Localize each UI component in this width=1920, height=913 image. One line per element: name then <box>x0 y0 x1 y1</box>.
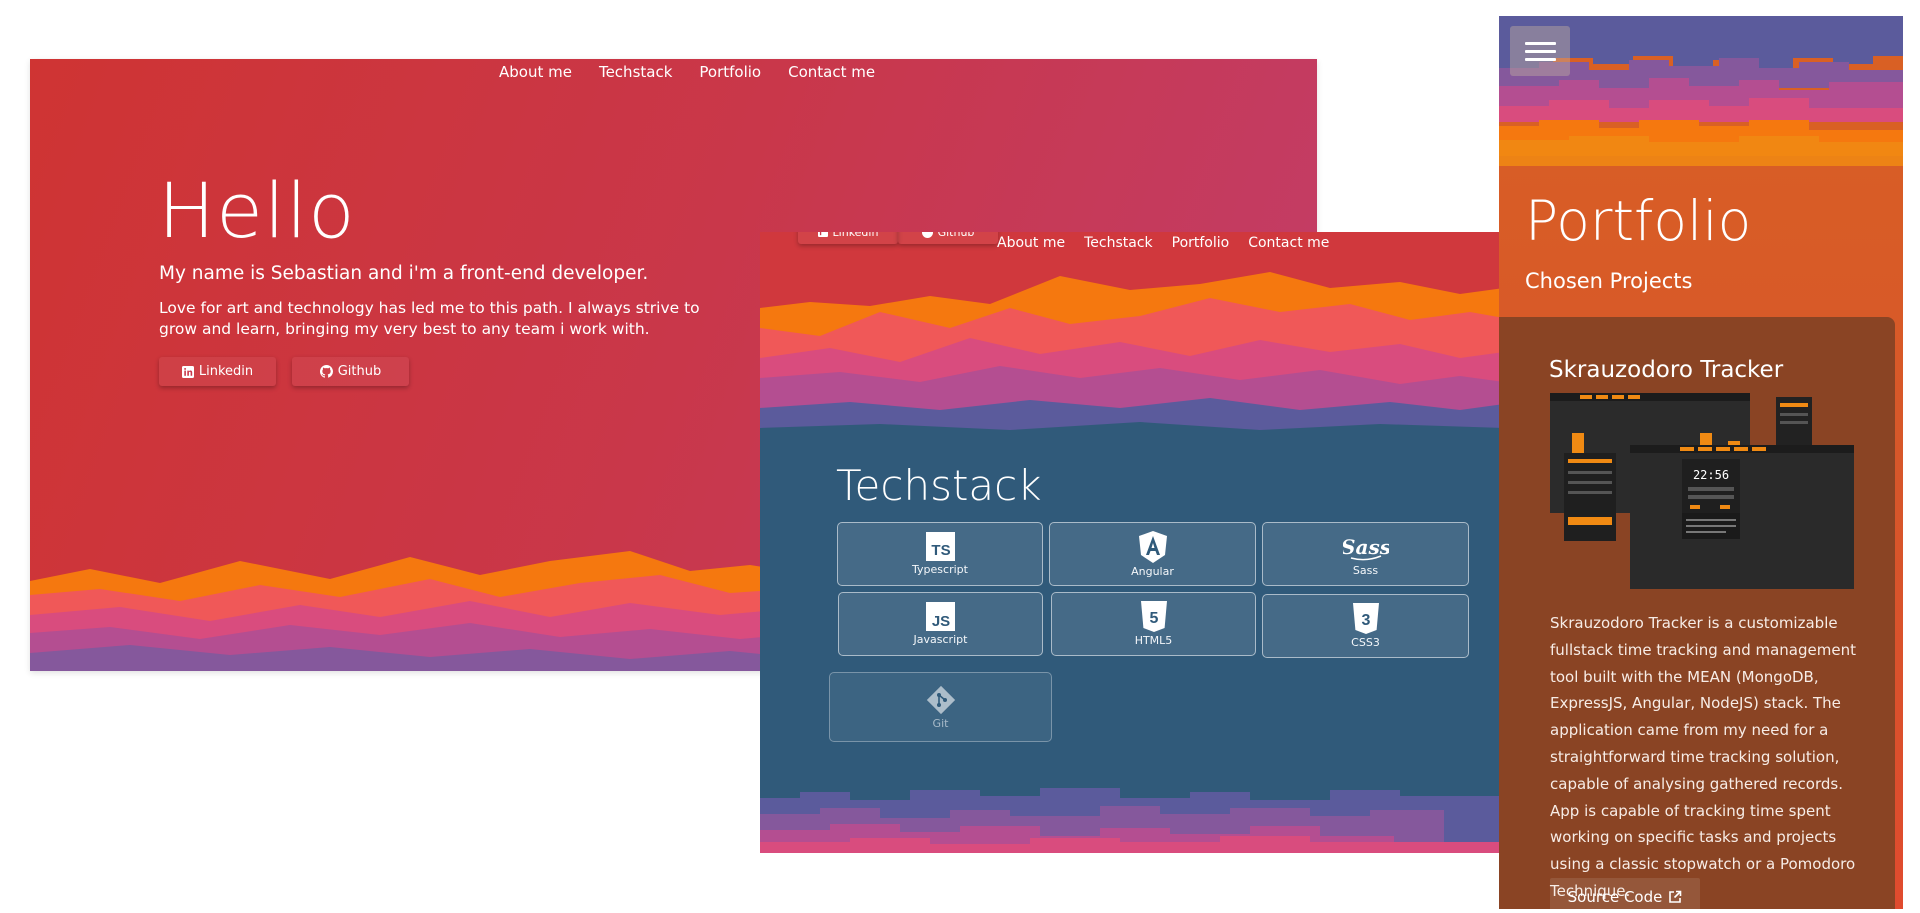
nav-techstack[interactable]: Techstack <box>599 63 672 81</box>
github-icon <box>319 365 333 378</box>
techstack-top-mountains <box>760 232 1504 472</box>
tech-tile-git[interactable]: Git <box>829 672 1052 742</box>
svg-text:JS: JS <box>932 613 950 630</box>
git-icon <box>926 685 955 714</box>
project-description: Skrauzodoro Tracker is a customizable fu… <box>1550 614 1856 900</box>
github-button-label: Github <box>337 364 382 379</box>
external-link-icon <box>1669 890 1682 903</box>
svg-text:5: 5 <box>1149 610 1158 627</box>
hamburger-bar <box>1524 57 1556 61</box>
tech-label: Git <box>932 716 949 730</box>
tech-label: HTML5 <box>1134 634 1173 647</box>
tech-tile-sass[interactable]: Sass Sass <box>1262 522 1469 586</box>
svg-text:3: 3 <box>1361 612 1370 629</box>
hamburger-bar <box>1524 41 1556 45</box>
linkedin-button-label: Linkedin <box>198 364 254 379</box>
tech-tile-html5[interactable]: 5 HTML5 <box>1051 592 1256 656</box>
techstack-github-button[interactable]: Github <box>898 232 998 244</box>
hamburger-bar <box>1524 49 1556 53</box>
techstack-section: Linkedin Github About me Techstack Portf… <box>760 232 1504 853</box>
screenshot-timer: 22:56 <box>1693 468 1729 482</box>
javascript-icon: JS <box>926 602 955 631</box>
hero-heading: Hello <box>158 166 356 255</box>
tech-label: Angular <box>1131 564 1174 578</box>
nav-techstack[interactable]: Techstack <box>1084 235 1153 251</box>
angular-icon <box>1138 530 1167 563</box>
tech-label: CSS3 <box>1351 636 1380 649</box>
tech-label: Javascript <box>913 633 968 646</box>
tech-tile-javascript[interactable]: JS Javascript <box>838 592 1043 656</box>
nav-portfolio[interactable]: Portfolio <box>699 63 761 81</box>
portfolio-title: Portfolio <box>1525 189 1752 253</box>
typescript-icon: TS <box>925 532 955 561</box>
svg-text:TS: TS <box>931 542 950 559</box>
tech-label: Typescript <box>912 563 968 576</box>
nav-portfolio[interactable]: Portfolio <box>1172 235 1230 251</box>
nav-about-me[interactable]: About me <box>499 63 572 81</box>
github-icon <box>921 232 933 238</box>
project-title: Skrauzodoro Tracker <box>1549 357 1784 383</box>
source-code-label: Source Code <box>1567 887 1663 906</box>
portfolio-subtitle: Chosen Projects <box>1525 269 1693 293</box>
linkedin-icon <box>181 365 194 378</box>
tech-tile-typescript[interactable]: TS Typescript <box>837 522 1043 586</box>
techstack-nav: About me Techstack Portfolio Contact me <box>997 235 1329 251</box>
tech-tile-angular[interactable]: Angular <box>1049 522 1256 586</box>
techstack-github-label: Github <box>937 232 975 239</box>
source-code-button[interactable]: Source Code <box>1550 878 1700 909</box>
sass-icon: Sass <box>1343 535 1389 560</box>
nav-about-me[interactable]: About me <box>997 235 1065 251</box>
techstack-linkedin-label: Linkedin <box>832 232 879 239</box>
hero-intro: My name is Sebastian and i'm a front-end… <box>159 263 649 284</box>
svg-text:Sass: Sass <box>1343 535 1389 559</box>
hero-description: Love for art and technology has led me t… <box>159 299 700 338</box>
nav-contact-me[interactable]: Contact me <box>788 63 875 81</box>
main-nav: About me Techstack Portfolio Contact me <box>499 63 875 81</box>
techstack-linkedin-button[interactable]: Linkedin <box>798 232 898 244</box>
nav-contact-me[interactable]: Contact me <box>1248 235 1329 251</box>
linkedin-icon <box>817 232 828 237</box>
techstack-bottom-skyline <box>760 788 1504 853</box>
html5-icon: 5 <box>1140 601 1167 632</box>
project-card: Skrauzodoro Tracker 22:56 Skrauzodoro Tr… <box>1499 317 1895 909</box>
css3-icon: 3 <box>1352 603 1379 634</box>
linkedin-button[interactable]: Linkedin <box>159 357 276 386</box>
hamburger-menu-button[interactable] <box>1510 26 1570 76</box>
project-screenshot: 22:56 <box>1550 393 1854 589</box>
tech-tile-css3[interactable]: 3 CSS3 <box>1262 594 1469 658</box>
github-button[interactable]: Github <box>292 357 409 386</box>
tech-label: Sass <box>1352 563 1379 577</box>
techstack-title: Techstack <box>836 461 1042 510</box>
portfolio-section: Portfolio Chosen Projects Skrauzodoro Tr… <box>1499 16 1903 909</box>
